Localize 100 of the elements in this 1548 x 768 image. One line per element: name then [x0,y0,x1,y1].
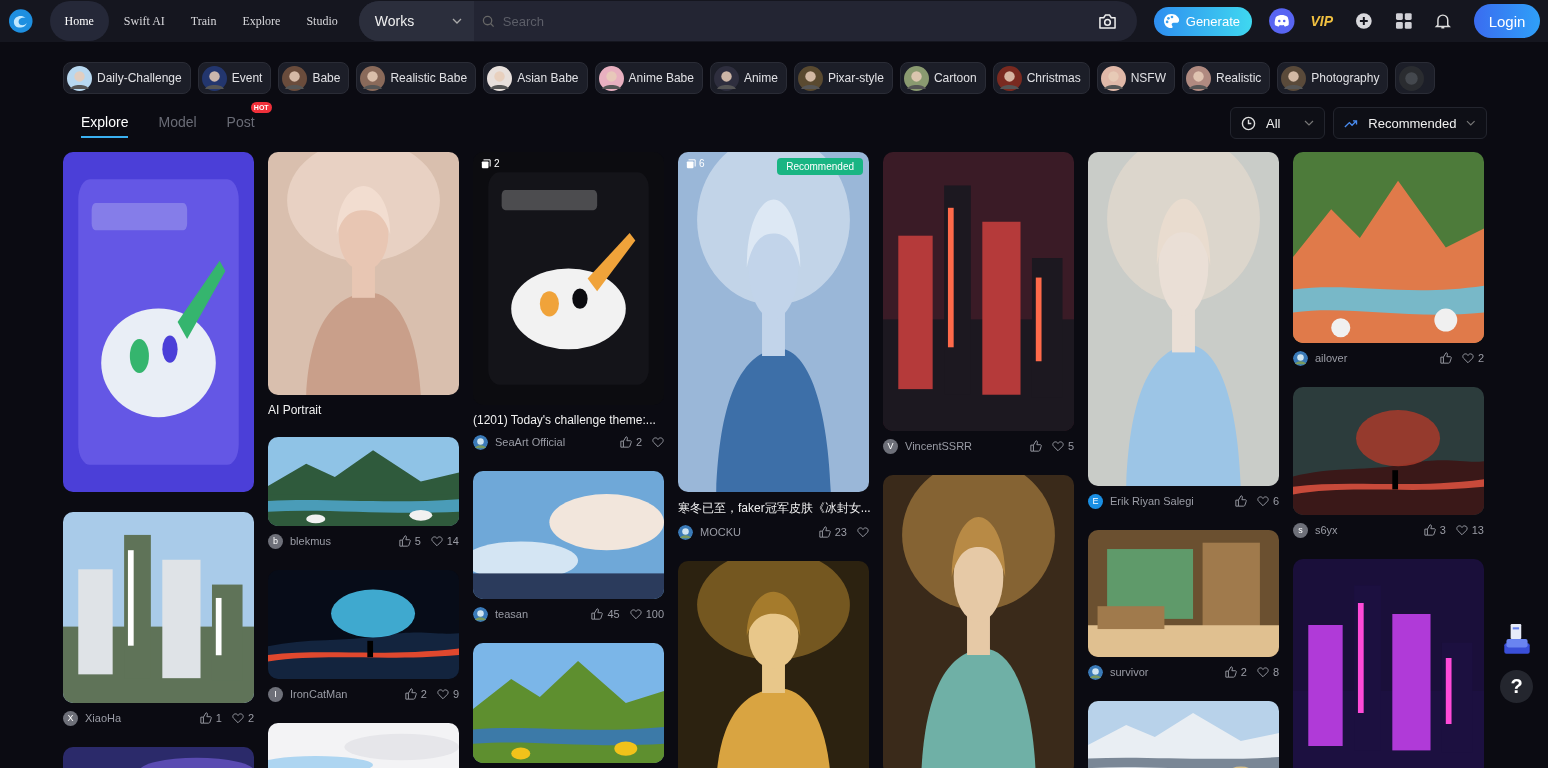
heart-icon[interactable] [1256,495,1269,507]
author-name[interactable]: Erik Riyan Salegi [1110,495,1225,507]
recommended-badge: Recommended [777,158,863,175]
heart-icon[interactable] [1256,666,1269,678]
search-field[interactable]: Search [500,12,1098,30]
thumbs-up-icon[interactable] [199,712,212,724]
favorite-count: 14 [446,535,459,547]
category-chip[interactable]: Anime [709,62,787,94]
category-chip[interactable]: Christmas [992,62,1090,94]
favorite-count: 100 [645,608,664,620]
help-button[interactable]: ? [1500,670,1533,703]
author-name[interactable]: VincentSSRR [905,440,1020,452]
heart-icon[interactable] [857,526,869,538]
card-title[interactable]: (1201) Today's challenge theme:... [473,413,664,427]
author-name[interactable]: XiaoHa [85,712,190,724]
grid-icon[interactable] [1394,12,1413,30]
card-title[interactable]: 寒冬已至，faker冠军皮肤《冰封女... [678,500,869,517]
avatar[interactable]: s [1293,522,1308,538]
category-chip[interactable]: Anime Babe [594,62,703,94]
category-chip[interactable]: Pixar-style [793,62,893,94]
author-name[interactable]: survivor [1110,666,1215,678]
like-count: 2 [635,436,642,448]
favorite-count: 13 [1471,524,1484,536]
heart-icon[interactable] [1461,352,1474,364]
like-count: 23 [834,526,847,538]
tab[interactable]: Model [158,108,197,136]
author-name[interactable]: SeaArt Official [495,436,610,448]
heart-icon[interactable] [652,436,664,448]
favorite-count: 2 [247,712,254,724]
thumbs-up-icon[interactable] [1423,524,1436,536]
image-count: 6 [686,158,705,169]
favorite-count: 6 [1272,495,1279,507]
nav-link[interactable]: Swift AI [112,1,176,41]
category-chip[interactable]: Asian Babe [483,62,588,94]
card-title[interactable]: AI Portrait [268,403,459,417]
nav-link[interactable]: Train [179,1,228,41]
author-name[interactable]: teasan [495,608,582,620]
thumbs-up-icon[interactable] [404,688,417,700]
author-name[interactable]: MOCKU [700,526,809,538]
search-bar[interactable]: Works Search [358,1,1137,41]
avatar[interactable]: X [63,710,78,726]
category-chip[interactable]: Cartoon [899,62,986,94]
nav-link[interactable]: Explore [231,1,292,41]
discord-icon[interactable] [1269,8,1295,34]
thumbs-up-icon[interactable] [619,436,632,448]
thumbs-up-icon[interactable] [818,526,831,538]
chevron-down-icon [451,18,462,24]
author-name[interactable]: ailover [1315,352,1430,364]
search-icon [481,14,495,28]
camera-icon[interactable] [1097,12,1117,30]
heart-icon[interactable] [1051,440,1064,452]
like-count: 2 [1240,666,1247,678]
avatar[interactable]: I [268,686,283,702]
avatar[interactable]: b [268,533,283,549]
author-name[interactable]: IronCatMan [290,688,395,700]
vip-badge[interactable]: VIP [1310,13,1334,29]
avatar[interactable]: V [883,438,898,454]
favorite-count: 8 [1272,666,1279,678]
login-button[interactable]: Login [1474,4,1540,38]
logo-icon[interactable] [8,8,34,34]
like-count: 2 [420,688,427,700]
filter-dropdown[interactable]: Recommended [1333,107,1487,139]
like-count: 5 [414,535,421,547]
thumbs-up-icon[interactable] [1439,352,1452,364]
palette-icon [1162,13,1181,29]
heart-icon[interactable] [430,535,443,547]
scope-dropdown[interactable]: Works [358,1,474,41]
filter-dropdown[interactable]: All [1230,107,1325,139]
category-chip[interactable]: Daily-Challenge [63,62,191,94]
favorite-count: 9 [452,688,459,700]
category-chip[interactable]: Realistic [1182,62,1271,94]
like-count: 1 [215,712,222,724]
heart-icon[interactable] [1455,524,1468,536]
author-name[interactable]: blekmus [290,535,389,547]
category-chip[interactable]: NSFW [1096,62,1175,94]
author-name[interactable]: s6yx [1315,524,1414,536]
clock-icon [1241,115,1256,131]
category-chip[interactable]: Event [197,62,272,94]
favorite-count: 2 [1477,352,1484,364]
thumbs-up-icon[interactable] [1029,440,1042,452]
bell-icon[interactable] [1434,12,1453,30]
heart-icon[interactable] [436,688,449,700]
plus-icon[interactable] [1355,12,1373,30]
heart-icon[interactable] [629,608,642,620]
thumbs-up-icon[interactable] [1224,666,1237,678]
image-count: 2 [481,158,500,169]
heart-icon[interactable] [231,712,244,724]
tab[interactable]: Explore [81,108,129,138]
thumbs-up-icon[interactable] [398,535,411,547]
nav-link[interactable]: Studio [295,1,349,41]
category-chip[interactable]: Babe [278,62,350,94]
category-chip[interactable]: Realistic Babe [356,62,477,94]
thumbs-up-icon[interactable] [591,608,604,620]
favorite-count: 5 [1067,440,1074,452]
category-chip[interactable]: Photography [1277,62,1389,94]
chevron-down-icon [1466,120,1476,126]
nav-link[interactable]: Home [49,1,109,41]
like-count: 45 [607,608,620,620]
like-count: 3 [1439,524,1446,536]
thumbs-up-icon[interactable] [1234,495,1247,507]
